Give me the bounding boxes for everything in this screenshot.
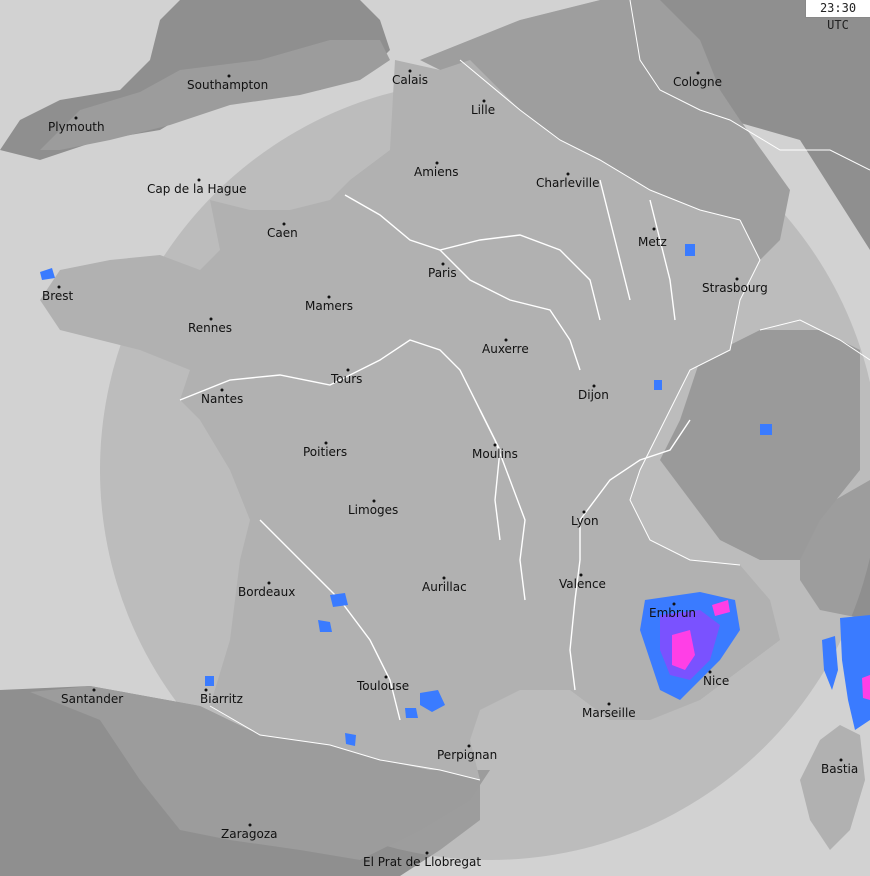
- city-southampton: Southampton: [187, 74, 268, 92]
- city-label: Auxerre: [482, 342, 529, 356]
- city-label: Perpignan: [437, 748, 497, 762]
- city-label: Toulouse: [356, 679, 409, 693]
- city-nantes: Nantes: [201, 388, 243, 406]
- rain-cell-bordeaux: [330, 593, 348, 607]
- city-label: Aurillac: [422, 580, 467, 594]
- rain-cell-toulouse-2: [405, 708, 418, 718]
- city-label: Nantes: [201, 392, 243, 406]
- rain-cell-biarritz: [205, 676, 214, 686]
- city-caen: Caen: [267, 222, 298, 240]
- city-label: Lyon: [571, 514, 599, 528]
- city-label: Brest: [42, 289, 74, 303]
- city-label: Charleville: [536, 176, 599, 190]
- city-label: Paris: [428, 266, 457, 280]
- city-bordeaux: Bordeaux: [238, 581, 295, 599]
- city-paris: Paris: [428, 262, 457, 280]
- city-cap-de-la-hague: Cap de la Hague: [147, 178, 246, 196]
- rain-cell-metz: [685, 244, 695, 256]
- rain-cell-pyrenees: [345, 733, 356, 746]
- city-bastia: Bastia: [821, 758, 858, 776]
- city-zaragoza: Zaragoza: [221, 823, 277, 841]
- city-poitiers: Poitiers: [303, 441, 347, 459]
- rain-cell-dijon: [654, 380, 662, 390]
- map-canvas: Southampton Plymouth Calais Lille Cologn…: [0, 0, 870, 876]
- city-label: Calais: [392, 73, 428, 87]
- city-tours: Tours: [330, 368, 362, 386]
- city-label: Valence: [559, 577, 606, 591]
- city-toulouse: Toulouse: [356, 675, 409, 693]
- city-label: Tours: [330, 372, 362, 386]
- city-label: El Prat de Llobregat: [363, 855, 481, 869]
- city-label: Plymouth: [48, 120, 105, 134]
- radar-map[interactable]: Southampton Plymouth Calais Lille Cologn…: [0, 0, 870, 876]
- city-label: Metz: [638, 235, 667, 249]
- city-strasbourg: Strasbourg: [702, 277, 768, 295]
- city-label: Lille: [471, 103, 495, 117]
- city-marseille: Marseille: [582, 702, 636, 720]
- city-label: Marseille: [582, 706, 636, 720]
- timestamp-label: 23:30 UTC: [805, 0, 870, 32]
- city-plymouth: Plymouth: [48, 116, 105, 134]
- city-label: Mamers: [305, 299, 353, 313]
- city-aurillac: Aurillac: [422, 576, 467, 594]
- city-moulins: Moulins: [472, 443, 518, 461]
- city-label: Biarritz: [200, 692, 243, 706]
- city-dijon: Dijon: [578, 384, 609, 402]
- city-label: Southampton: [187, 78, 268, 92]
- city-label: Bastia: [821, 762, 858, 776]
- city-label: Bordeaux: [238, 585, 295, 599]
- city-perpignan: Perpignan: [437, 744, 497, 762]
- city-label: Embrun: [649, 606, 696, 620]
- city-label: Amiens: [414, 165, 458, 179]
- city-amiens: Amiens: [414, 161, 458, 179]
- city-biarritz: Biarritz: [200, 688, 243, 706]
- city-lyon: Lyon: [571, 510, 599, 528]
- city-label: Nice: [703, 674, 729, 688]
- city-lille: Lille: [471, 99, 495, 117]
- city-auxerre: Auxerre: [482, 338, 529, 356]
- city-santander: Santander: [61, 688, 123, 706]
- city-embrun: Embrun: [649, 602, 696, 620]
- city-rennes: Rennes: [188, 317, 232, 335]
- city-label: Dijon: [578, 388, 609, 402]
- city-brest: Brest: [42, 285, 74, 303]
- city-calais: Calais: [392, 69, 428, 87]
- city-label: Poitiers: [303, 445, 347, 459]
- city-label: Zaragoza: [221, 827, 277, 841]
- city-label: Caen: [267, 226, 298, 240]
- city-label: Limoges: [348, 503, 398, 517]
- city-charleville: Charleville: [536, 172, 599, 190]
- rain-cell-corsica-east-heavy: [862, 675, 870, 700]
- city-label: Cologne: [673, 75, 722, 89]
- city-mamers: Mamers: [305, 295, 353, 313]
- city-nice: Nice: [703, 670, 729, 688]
- city-label: Moulins: [472, 447, 518, 461]
- city-label: Strasbourg: [702, 281, 768, 295]
- city-valence: Valence: [559, 573, 606, 591]
- city-limoges: Limoges: [348, 499, 398, 517]
- city-label: Rennes: [188, 321, 232, 335]
- rain-cell-switzerland: [760, 424, 772, 435]
- city-cologne: Cologne: [673, 71, 722, 89]
- city-el-prat-de-llobregat: El Prat de Llobregat: [363, 851, 481, 869]
- city-label: Santander: [61, 692, 123, 706]
- city-label: Cap de la Hague: [147, 182, 246, 196]
